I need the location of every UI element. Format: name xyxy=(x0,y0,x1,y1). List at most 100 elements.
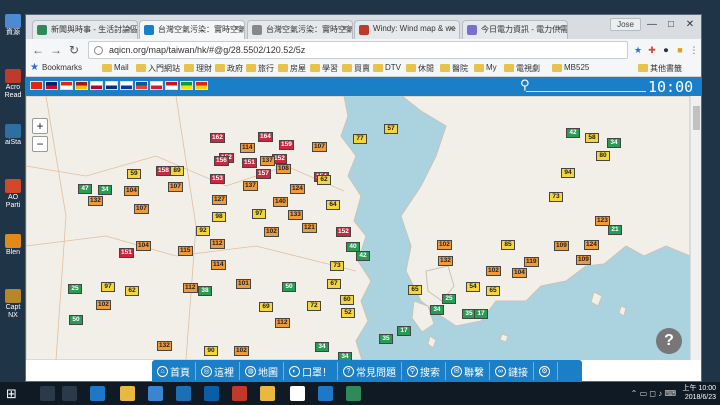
nav-mask[interactable]: ◐ 口罩！ xyxy=(284,362,338,380)
aqi-station-marker[interactable]: 17 xyxy=(474,309,488,319)
search-icon[interactable]: ⚲ xyxy=(520,77,538,95)
star-icon[interactable]: ★ xyxy=(632,44,644,56)
aqi-station-marker[interactable]: 65 xyxy=(486,286,500,296)
aqi-station-marker[interactable]: 62 xyxy=(317,175,331,185)
aqi-station-marker[interactable]: 137 xyxy=(260,156,275,166)
extension-icon[interactable]: ■ xyxy=(674,44,686,56)
aqi-station-marker[interactable]: 97 xyxy=(252,209,266,219)
ad-block-icon[interactable]: ⏺ xyxy=(660,44,672,56)
wrench-icon[interactable]: ✚ xyxy=(646,44,658,56)
aqi-station-marker[interactable]: 57 xyxy=(384,124,398,134)
nav-location[interactable]: ◎ 這裡 xyxy=(196,362,240,380)
aqi-station-marker[interactable]: 21 xyxy=(608,225,622,235)
aqi-station-marker[interactable]: 137 xyxy=(243,181,258,191)
reload-icon[interactable]: ↻ xyxy=(66,42,82,58)
aqi-station-marker[interactable]: 114 xyxy=(211,260,226,270)
bookmark-item[interactable]: 入門網站 xyxy=(136,63,180,74)
aqi-station-marker[interactable]: 164 xyxy=(258,132,273,142)
mail-icon[interactable] xyxy=(176,386,191,401)
aqi-station-marker[interactable]: 64 xyxy=(326,200,340,210)
aqi-station-marker[interactable]: 90 xyxy=(204,346,218,356)
aqi-station-marker[interactable]: 151 xyxy=(119,248,134,258)
flag-cn-icon[interactable] xyxy=(30,81,43,90)
aqi-station-marker[interactable]: 108 xyxy=(276,164,291,174)
aqi-station-marker[interactable]: 47 xyxy=(78,184,92,194)
aqi-station-marker[interactable]: 25 xyxy=(442,294,456,304)
aqi-station-marker[interactable]: 94 xyxy=(561,168,575,178)
address-bar[interactable]: aqicn.org/map/taiwan/hk/#@g/28.5502/120.… xyxy=(88,41,628,59)
notepad-icon[interactable] xyxy=(290,386,305,401)
minimize-button[interactable]: — xyxy=(643,17,661,33)
zoom-in-button[interactable]: + xyxy=(32,118,48,134)
help-button[interactable]: ? xyxy=(656,328,682,354)
flag-gb-icon[interactable] xyxy=(45,81,58,90)
aqi-station-marker[interactable]: 73 xyxy=(330,261,344,271)
ie-icon[interactable] xyxy=(318,386,333,401)
aqi-station-marker[interactable]: 34 xyxy=(315,342,329,352)
aqi-station-marker[interactable]: 72 xyxy=(307,301,321,311)
aqi-station-marker[interactable]: 151 xyxy=(242,158,257,168)
aqi-station-marker[interactable]: 104 xyxy=(124,186,139,196)
bookmark-item[interactable]: 政府 xyxy=(215,63,243,74)
browser-tab[interactable]: 台灣空氣污染：實時空氣 ✕ xyxy=(139,20,245,39)
bookmark-item[interactable]: 房屋 xyxy=(278,63,306,74)
desktop-icon[interactable]: AO Parti xyxy=(2,179,24,210)
browser-tab[interactable]: Windy: Wind map & we ✕ xyxy=(354,20,460,39)
browser-tab[interactable]: 台灣空氣污染：實時空氣 ✕ xyxy=(247,20,353,39)
aqi-station-marker[interactable]: 34 xyxy=(607,138,621,148)
aqi-station-marker[interactable]: 73 xyxy=(549,192,563,202)
aqi-station-marker[interactable]: 133 xyxy=(288,210,303,220)
system-tray[interactable]: ⌃ ▭ ◻ ♪ ⌨ xyxy=(631,389,676,398)
aqi-station-marker[interactable]: 101 xyxy=(236,279,251,289)
task-view-icon[interactable] xyxy=(62,386,77,401)
start-icon[interactable]: ⊞ xyxy=(6,386,21,401)
profile-button[interactable]: Jose xyxy=(610,18,641,31)
aqi-station-marker[interactable]: 107 xyxy=(134,204,149,214)
aqi-station-marker[interactable]: 132 xyxy=(157,341,172,351)
flag-kr-icon[interactable] xyxy=(105,81,118,90)
aqi-station-marker[interactable]: 107 xyxy=(168,182,183,192)
store-icon[interactable] xyxy=(148,386,163,401)
close-tab-icon[interactable]: ✕ xyxy=(233,24,240,33)
bookmark-item[interactable]: 醫院 xyxy=(440,63,468,74)
aqi-station-marker[interactable]: 158 xyxy=(156,166,171,176)
aqi-station-marker[interactable]: 60 xyxy=(340,295,354,305)
aqi-station-marker[interactable]: 80 xyxy=(596,151,610,161)
maximize-button[interactable]: □ xyxy=(662,17,680,33)
aqi-station-marker[interactable]: 112 xyxy=(183,283,198,293)
aqi-station-marker[interactable]: 162 xyxy=(210,133,225,143)
flag-id-icon[interactable] xyxy=(165,81,178,90)
flag-fr-icon[interactable] xyxy=(135,81,148,90)
bookmarks-apps[interactable]: ★ Bookmarks xyxy=(30,62,82,73)
aqi-station-marker[interactable]: 156 xyxy=(214,156,229,166)
aqi-station-marker[interactable]: 98 xyxy=(212,212,226,222)
flag-ru-icon[interactable] xyxy=(120,81,133,90)
close-tab-icon[interactable]: ✕ xyxy=(556,24,563,33)
aqi-station-marker[interactable]: 114 xyxy=(240,143,255,153)
aqi-station-marker[interactable]: 102 xyxy=(234,346,249,356)
close-tab-icon[interactable]: ✕ xyxy=(341,24,348,33)
aqi-station-marker[interactable]: 65 xyxy=(408,285,422,295)
browser-tab[interactable]: 新聞與時事 - 生活討論區 ✕ xyxy=(32,20,138,39)
bookmark-item[interactable]: 學習 xyxy=(310,63,338,74)
aqi-station-marker[interactable]: 132 xyxy=(438,256,453,266)
chrome-icon[interactable] xyxy=(260,386,275,401)
bookmark-item[interactable]: Mail xyxy=(102,63,129,72)
search-input[interactable] xyxy=(526,91,646,92)
aqi-station-marker[interactable]: 104 xyxy=(512,268,527,278)
aqi-station-marker[interactable]: 97 xyxy=(101,282,115,292)
bookmark-item[interactable]: My xyxy=(474,63,497,72)
nav-contact[interactable]: ✉ 聯繫 xyxy=(446,362,490,380)
aqi-station-marker[interactable]: 25 xyxy=(68,284,82,294)
close-tab-icon[interactable]: ✕ xyxy=(448,24,455,33)
aqi-station-marker[interactable]: 124 xyxy=(584,240,599,250)
aqi-station-marker[interactable]: 34 xyxy=(98,185,112,195)
scroll-thumb[interactable] xyxy=(693,106,700,130)
aqi-station-marker[interactable]: 42 xyxy=(356,251,370,261)
aqi-station-marker[interactable]: 77 xyxy=(353,134,367,144)
aqi-station-marker[interactable]: 109 xyxy=(554,241,569,251)
flag-hk-icon[interactable] xyxy=(60,81,73,90)
bookmark-item[interactable]: 理財 xyxy=(184,63,212,74)
back-icon[interactable]: ← xyxy=(30,42,46,58)
desktop-icon[interactable]: 資源 xyxy=(2,14,24,37)
